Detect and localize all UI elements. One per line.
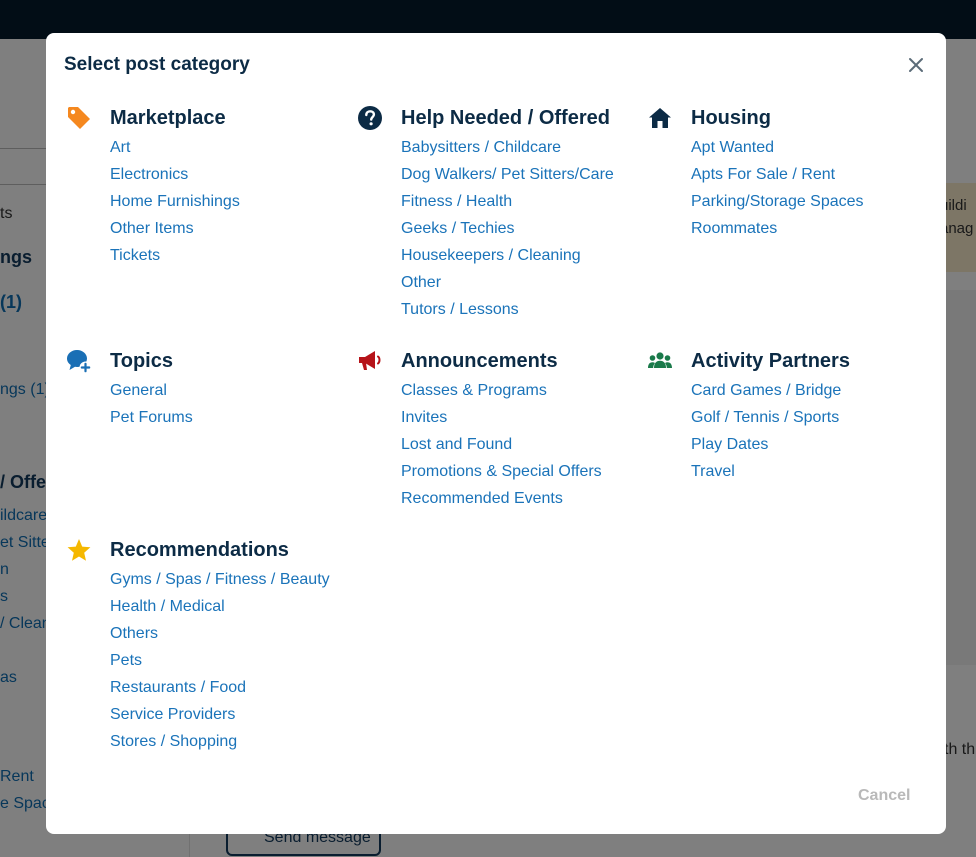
close-button[interactable] — [904, 53, 928, 77]
price-tag-icon — [68, 107, 90, 129]
category-link[interactable]: Tutors / Lessons — [401, 300, 614, 327]
category-link-list: Art Electronics Home Furnishings Other I… — [110, 138, 240, 273]
category-title: Recommendations — [110, 539, 289, 561]
close-icon — [909, 58, 923, 72]
category-title: Housing — [691, 107, 771, 129]
megaphone-icon — [359, 351, 381, 370]
category-link[interactable]: Invites — [401, 408, 602, 435]
category-link[interactable]: Stores / Shopping — [110, 732, 330, 759]
category-link[interactable]: Gyms / Spas / Fitness / Beauty — [110, 570, 330, 597]
category-link[interactable]: Tickets — [110, 246, 240, 273]
category-link-list: Gyms / Spas / Fitness / Beauty Health / … — [110, 570, 330, 759]
cancel-button[interactable]: Cancel — [858, 787, 910, 805]
category-link-list: Card Games / Bridge Golf / Tennis / Spor… — [691, 381, 841, 489]
category-link[interactable]: Geeks / Techies — [401, 219, 614, 246]
category-link-list: Babysitters / Childcare Dog Walkers/ Pet… — [401, 138, 614, 327]
category-link[interactable]: Pets — [110, 651, 330, 678]
select-category-dialog: Select post category Marketplace Art Ele… — [46, 33, 946, 834]
question-circle-icon — [358, 106, 382, 130]
category-link[interactable]: Apts For Sale / Rent — [691, 165, 864, 192]
category-link[interactable]: Card Games / Bridge — [691, 381, 841, 408]
category-link-list: Classes & Programs Invites Lost and Foun… — [401, 381, 602, 516]
category-link[interactable]: Promotions & Special Offers — [401, 462, 602, 489]
category-link[interactable]: Fitness / Health — [401, 192, 614, 219]
category-link[interactable]: Play Dates — [691, 435, 841, 462]
category-link[interactable]: Housekeepers / Cleaning — [401, 246, 614, 273]
category-link-list: Apt Wanted Apts For Sale / Rent Parking/… — [691, 138, 864, 246]
category-title: Announcements — [401, 350, 558, 372]
category-title: Topics — [110, 350, 173, 372]
category-link[interactable]: Recommended Events — [401, 489, 602, 516]
category-link[interactable]: Electronics — [110, 165, 240, 192]
category-link[interactable]: Service Providers — [110, 705, 330, 732]
category-link[interactable]: Restaurants / Food — [110, 678, 330, 705]
category-link[interactable]: Other Items — [110, 219, 240, 246]
category-link[interactable]: Lost and Found — [401, 435, 602, 462]
category-link[interactable]: Parking/Storage Spaces — [691, 192, 864, 219]
category-link[interactable]: Home Furnishings — [110, 192, 240, 219]
house-icon — [649, 108, 671, 128]
category-link-list: General Pet Forums — [110, 381, 193, 435]
category-link[interactable]: General — [110, 381, 193, 408]
category-link[interactable]: Golf / Tennis / Sports — [691, 408, 841, 435]
people-group-icon — [648, 352, 672, 368]
category-title: Activity Partners — [691, 350, 850, 372]
category-link[interactable]: Pet Forums — [110, 408, 193, 435]
category-link[interactable]: Classes & Programs — [401, 381, 602, 408]
chat-plus-icon — [67, 350, 92, 374]
category-title: Help Needed / Offered — [401, 107, 610, 129]
dialog-title: Select post category — [64, 54, 250, 75]
category-link[interactable]: Roommates — [691, 219, 864, 246]
category-link[interactable]: Babysitters / Childcare — [401, 138, 614, 165]
category-title: Marketplace — [110, 107, 226, 129]
category-link[interactable]: Dog Walkers/ Pet Sitters/Care — [401, 165, 614, 192]
category-link[interactable]: Others — [110, 624, 330, 651]
category-link[interactable]: Other — [401, 273, 614, 300]
category-link[interactable]: Travel — [691, 462, 841, 489]
star-icon — [67, 539, 91, 561]
category-link[interactable]: Health / Medical — [110, 597, 330, 624]
category-link[interactable]: Apt Wanted — [691, 138, 864, 165]
category-link[interactable]: Art — [110, 138, 240, 165]
